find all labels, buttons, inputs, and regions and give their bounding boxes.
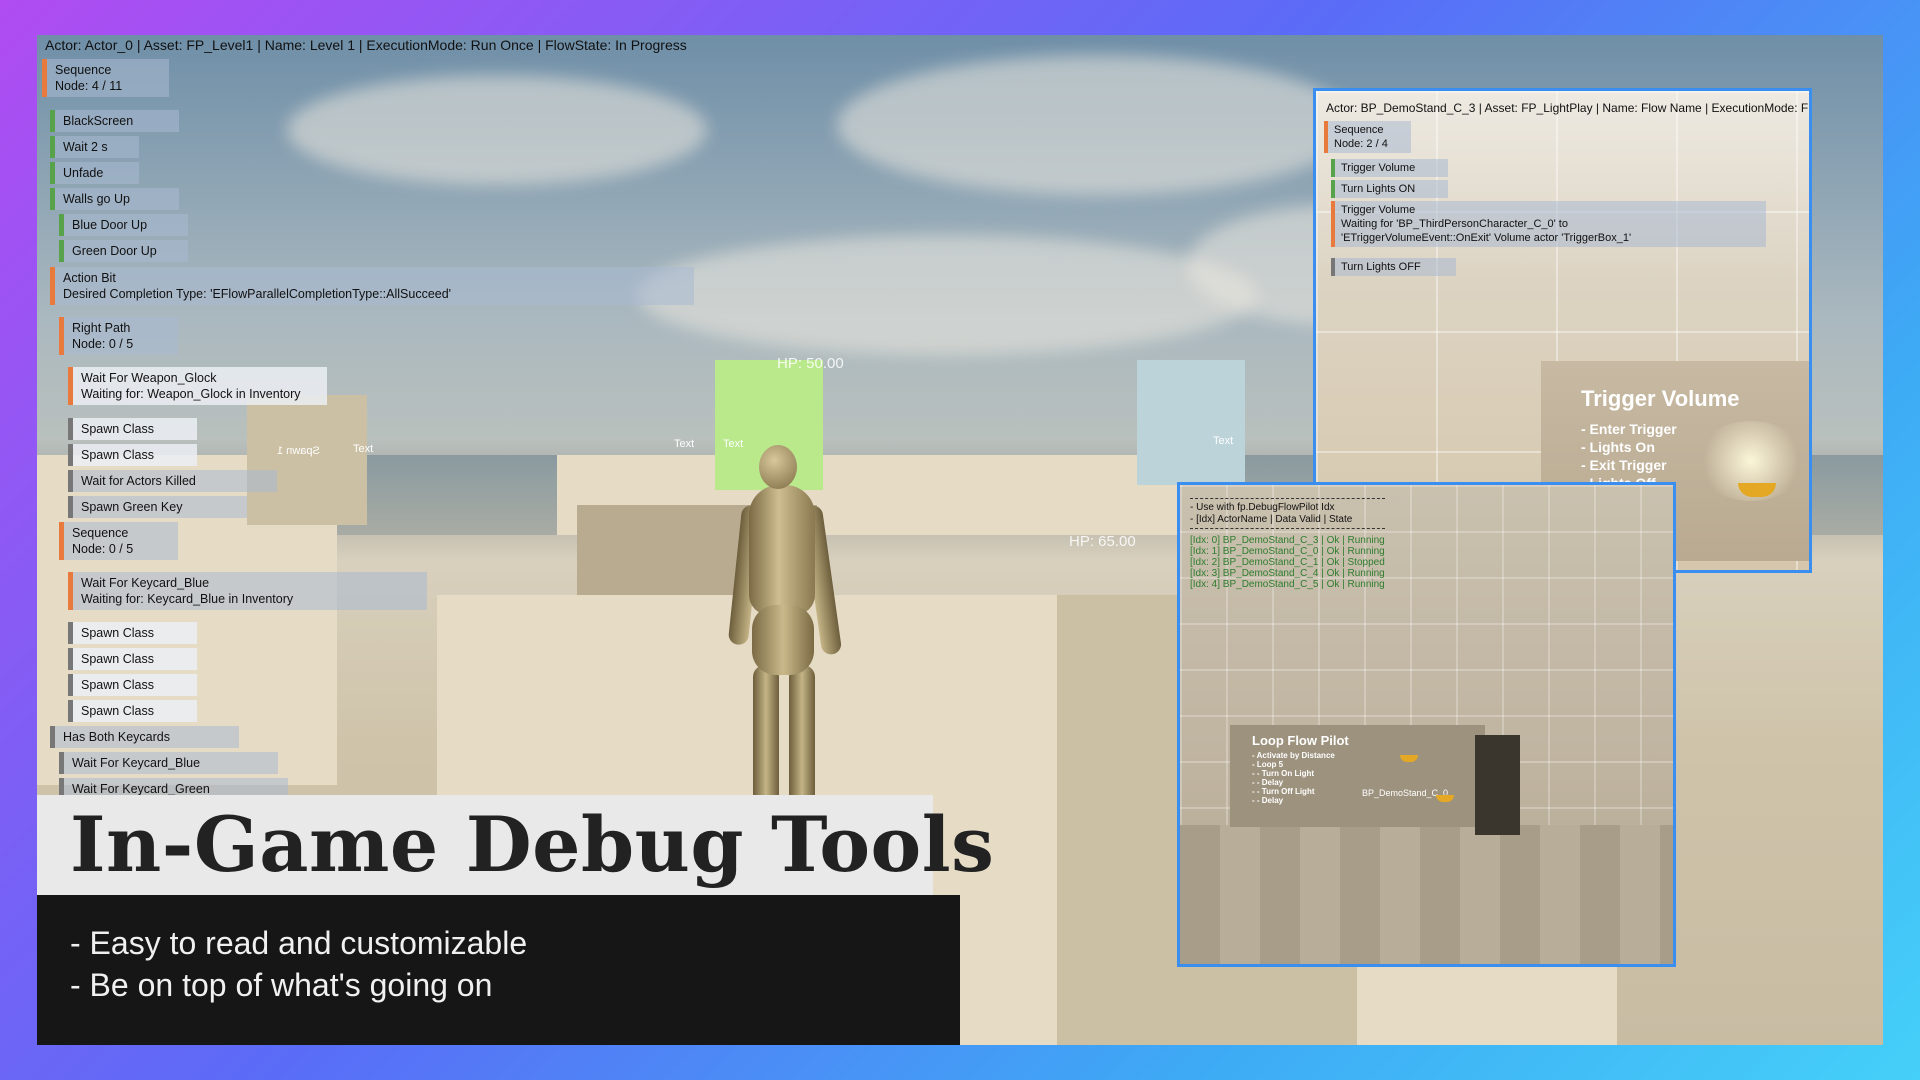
debug-node-sequence-2: Sequence Node: 0 / 5 xyxy=(59,522,178,560)
loop-sign-item: - - Turn Off Light xyxy=(1252,787,1315,796)
inset1-node: Turn Lights OFF xyxy=(1331,258,1456,276)
loop-sign-title: Loop Flow Pilot xyxy=(1252,733,1349,748)
console-row: [Idx: 4] BP_DemoStand_C_5 | Ok | Running xyxy=(1190,579,1385,590)
world-text: Text xyxy=(1213,435,1234,447)
console-row: [Idx: 1] BP_DemoStand_C_0 | Ok | Running xyxy=(1190,546,1385,557)
console-line: - [Idx] ActorName | Data Valid | State xyxy=(1190,514,1353,525)
trigger-sign-title: Trigger Volume xyxy=(1581,386,1740,411)
platform-block xyxy=(247,395,367,525)
debug-node: BlackScreen xyxy=(50,110,179,132)
loop-sign-item: - Activate by Distance xyxy=(1252,751,1335,760)
console-row: [Idx: 2] BP_DemoStand_C_1 | Ok | Stopped xyxy=(1190,557,1385,568)
debug-node: Blue Door Up xyxy=(59,214,188,236)
world-text: Text xyxy=(353,443,374,455)
inset1-node: Turn Lights ON xyxy=(1331,180,1448,198)
debug-node: Wait 2 s xyxy=(50,136,139,158)
debug-node: Has Both Keycards xyxy=(50,726,239,748)
debug-node: Spawn Class xyxy=(68,444,197,466)
hp-label-floor: HP: 65.00 xyxy=(1069,533,1136,550)
trigger-sign-item: - Exit Trigger xyxy=(1581,457,1667,473)
debug-node: Wait For Keycard_Blue xyxy=(59,752,278,774)
loop-sign-item: - - Turn On Light xyxy=(1252,769,1315,778)
loop-sign-item: - - Delay xyxy=(1252,796,1284,805)
world-text: Text xyxy=(674,438,695,450)
world-text: Text xyxy=(723,438,744,450)
debug-node: Spawn Class xyxy=(68,622,197,644)
trigger-sign-item: - Enter Trigger xyxy=(1581,421,1677,437)
tiled-floor xyxy=(1180,825,1673,964)
debug-node-sequence: Sequence Node: 4 / 11 xyxy=(42,59,169,97)
console-line: - Use with fp.DebugFlowPilot Idx xyxy=(1190,502,1335,513)
inset1-node: Trigger Volume xyxy=(1331,159,1448,177)
console-row: [Idx: 0] BP_DemoStand_C_3 | Ok | Running xyxy=(1190,535,1385,546)
cloud xyxy=(837,55,1357,195)
debug-node: Wait for Actors Killed xyxy=(68,470,277,492)
debug-node: Walls go Up xyxy=(50,188,179,210)
debug-node: Spawn Class xyxy=(68,674,197,696)
inset-loop-flow-pilot: Loop Flow Pilot - Activate by Distance -… xyxy=(1177,482,1676,967)
hp-label-green: HP: 50.00 xyxy=(777,355,844,372)
console-row: [Idx: 3] BP_DemoStand_C_4 | Ok | Running xyxy=(1190,568,1385,579)
debug-node: Spawn Class xyxy=(68,700,197,722)
dark-block xyxy=(1475,735,1520,835)
debug-node: Unfade xyxy=(50,162,139,184)
loop-sign-item: - - Delay xyxy=(1252,778,1284,787)
debug-node-wait-keycard: Wait For Keycard_Blue Waiting for: Keycar… xyxy=(68,572,427,610)
blue-door-block xyxy=(1137,360,1245,485)
inset1-node-sequence: Sequence Node: 2 / 4 xyxy=(1324,121,1411,153)
cloud xyxy=(637,235,1257,355)
inset1-node-trigger: Trigger Volume Waiting for 'BP_ThirdPerso… xyxy=(1331,201,1766,247)
debug-node: Green Door Up xyxy=(59,240,188,262)
debug-node: Spawn Green Key xyxy=(68,496,247,518)
trigger-sign-item: - Lights On xyxy=(1581,439,1655,455)
inset1-header: Actor: BP_DemoStand_C_3 | Asset: FP_Ligh… xyxy=(1326,101,1809,115)
cloud xyxy=(287,75,707,185)
debug-node-right-path: Right Path Node: 0 / 5 xyxy=(59,317,178,355)
world-text: Spawn 1 xyxy=(277,445,320,457)
flow-debug-header: Actor: Actor_0 | Asset: FP_Level1 | Name… xyxy=(45,37,687,53)
debug-node: Spawn Class xyxy=(68,648,197,670)
debug-node-wait-weapon: Wait For Weapon_Glock Waiting for: Weapon… xyxy=(68,367,327,405)
feature-bullet: - Be on top of what's going on xyxy=(70,967,493,1003)
debug-node-action-bit: Action Bit Desired Completion Type: 'EFlo… xyxy=(50,267,694,305)
loop-sign-item: - Loop 5 xyxy=(1252,760,1284,769)
actor-name-tag: BP_DemoStand_C_0 xyxy=(1362,788,1449,798)
page-title: In-Game Debug Tools xyxy=(70,800,995,889)
debug-node: Spawn Class xyxy=(68,418,197,440)
feature-bullet: - Easy to read and customizable xyxy=(70,925,528,961)
